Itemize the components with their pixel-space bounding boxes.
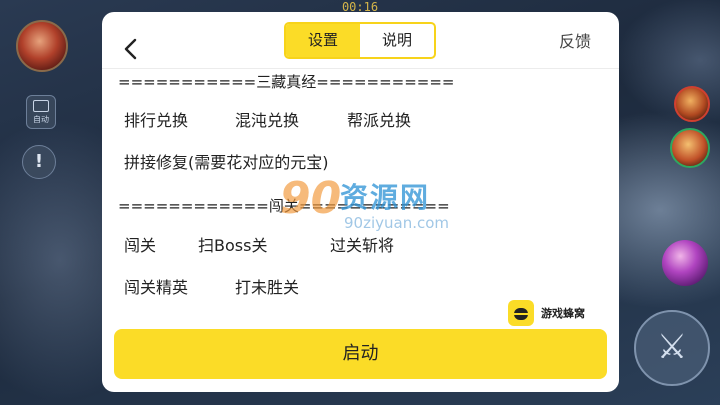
alert-button[interactable]: ! (22, 145, 56, 179)
auto-label: 自动 (33, 115, 49, 124)
option-unbeaten-stage[interactable]: 打未胜关 (235, 278, 299, 298)
options-list: ===========三藏真经=========== 排行兑换 混沌兑换 帮派兑… (102, 69, 619, 327)
option-sweep-boss[interactable]: 扫Boss关 (198, 236, 267, 256)
monitor-icon (33, 100, 49, 112)
enemy-avatar[interactable] (674, 86, 710, 122)
section-header-stages: ============闯关============ (118, 197, 450, 215)
option-splice-repair[interactable]: 拼接修复(需要花对应的元宝) (124, 153, 329, 173)
section-header-sanzang: ===========三藏真经=========== (118, 73, 455, 91)
tab-instructions[interactable]: 说明 (360, 24, 434, 57)
settings-dialog: 设置 说明 反馈 ===========三藏真经=========== 排行兑换… (102, 12, 619, 392)
brand-name: 游戏蜂窝 (541, 307, 585, 320)
hero-avatar[interactable] (16, 20, 68, 72)
option-elite-stage[interactable]: 闯关精英 (124, 278, 188, 298)
start-button[interactable]: 启动 (114, 329, 607, 379)
attack-button[interactable]: ⚔ (634, 310, 710, 386)
bee-logo-icon (508, 300, 534, 326)
option-chaos-exchange[interactable]: 混沌兑换 (235, 111, 299, 131)
auto-battle-button[interactable]: 自动 (26, 95, 56, 129)
option-pass-and-slay[interactable]: 过关斩将 (330, 236, 394, 256)
crossed-swords-icon: ⚔ (656, 327, 688, 367)
option-rank-exchange[interactable]: 排行兑换 (124, 111, 188, 131)
back-arrow-icon[interactable] (118, 36, 144, 62)
option-guild-exchange[interactable]: 帮派兑换 (347, 111, 411, 131)
enemy-avatar[interactable] (670, 128, 710, 168)
feedback-button[interactable]: 反馈 (559, 32, 591, 52)
brand-badge: 游戏蜂窝 (508, 300, 585, 326)
skill-orb[interactable] (662, 240, 708, 286)
tab-switcher: 设置 说明 (284, 22, 436, 59)
option-stage-run[interactable]: 闯关 (124, 236, 156, 256)
tab-settings[interactable]: 设置 (286, 24, 360, 57)
